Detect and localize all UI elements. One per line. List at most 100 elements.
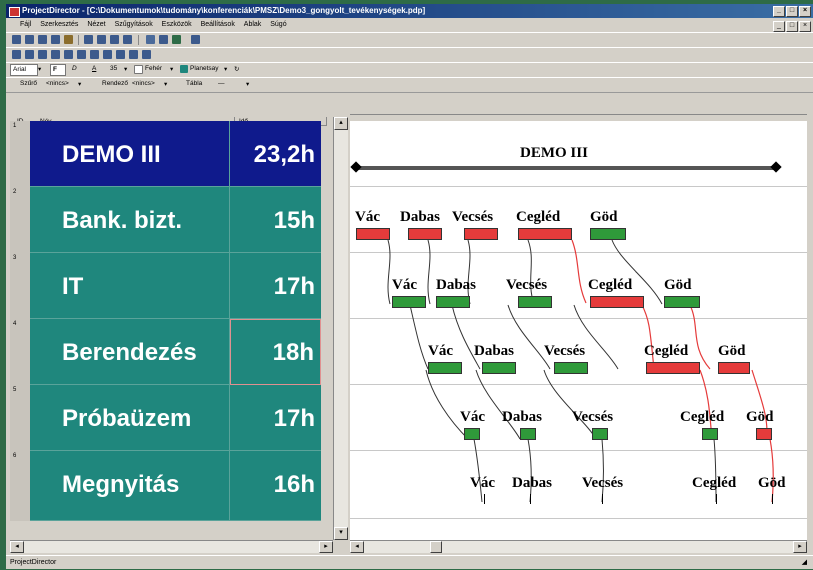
bold-button[interactable]: F — [50, 64, 66, 76]
arrow-left-icon[interactable] — [38, 50, 47, 59]
filter-select[interactable]: <nincs> — [46, 80, 69, 87]
close-button[interactable]: × — [799, 6, 811, 17]
row-number[interactable]: 5 — [10, 385, 31, 452]
scroll-right-button[interactable]: ▸ — [319, 541, 333, 553]
open-icon[interactable] — [25, 35, 34, 44]
menu-edit[interactable]: Szerkesztés — [40, 21, 78, 28]
italic-button[interactable]: D — [72, 65, 77, 72]
chevron-down-icon[interactable]: ▾ — [78, 80, 81, 88]
task-bar[interactable] — [428, 362, 462, 374]
menu-window[interactable]: Ablak — [244, 21, 262, 28]
task-bar[interactable] — [482, 362, 516, 374]
task-bar[interactable] — [718, 362, 750, 374]
task-bar[interactable] — [702, 428, 718, 440]
fill-color-select[interactable]: Planetsay — [190, 65, 219, 72]
chevron-down-icon[interactable]: ▾ — [246, 80, 249, 88]
row-number[interactable]: 4 — [10, 319, 31, 386]
task-bar[interactable] — [756, 428, 772, 440]
cut-icon[interactable] — [84, 35, 93, 44]
scroll-down-button[interactable]: ▾ — [334, 527, 348, 540]
chevron-down-icon[interactable]: ▾ — [224, 65, 227, 73]
duration-cell[interactable]: 17h — [230, 253, 321, 319]
task-bar[interactable] — [590, 296, 644, 308]
task-bar[interactable] — [464, 228, 498, 240]
table-row[interactable]: Berendezés — [30, 319, 230, 385]
unlink-tasks-icon[interactable] — [77, 50, 86, 59]
menu-view[interactable]: Nézet — [87, 21, 105, 28]
task-bar[interactable] — [392, 296, 426, 308]
duration-cell[interactable]: 16h — [230, 451, 321, 521]
table-horizontal-scrollbar[interactable]: ◂ ▸ — [10, 540, 333, 553]
task-bar[interactable] — [646, 362, 700, 374]
duration-cell[interactable]: 17h — [230, 385, 321, 451]
new-icon[interactable] — [12, 35, 21, 44]
scroll-left-button[interactable]: ◂ — [10, 541, 24, 553]
task-bar[interactable] — [356, 228, 390, 240]
task-bar[interactable] — [464, 428, 480, 440]
doc-close-button[interactable]: × — [799, 21, 811, 32]
scroll-up-button[interactable]: ▴ — [334, 117, 348, 130]
table-vertical-scrollbar[interactable]: ▴ ▾ — [333, 117, 348, 540]
copy-icon[interactable] — [97, 35, 106, 44]
scroll-thumb[interactable] — [430, 541, 442, 553]
split-icon[interactable] — [90, 50, 99, 59]
indent-icon[interactable] — [12, 50, 21, 59]
task-bar[interactable] — [518, 228, 572, 240]
scroll-right-button[interactable]: ▸ — [793, 541, 807, 553]
duration-cell-selected[interactable]: 18h — [230, 319, 321, 385]
menu-file[interactable]: Fájl — [20, 21, 31, 28]
table-row[interactable]: Próbaüzem — [30, 385, 230, 451]
table-row[interactable]: Megnyitás — [30, 451, 230, 521]
outdent-icon[interactable] — [25, 50, 34, 59]
duration-cell[interactable]: 15h — [230, 187, 321, 253]
chart-icon[interactable] — [172, 35, 181, 44]
row-number[interactable]: 2 — [10, 187, 31, 254]
menu-settings[interactable]: Beállítások — [201, 21, 235, 28]
goto-task-icon[interactable] — [142, 50, 151, 59]
table-select[interactable]: — — [218, 80, 225, 87]
duration-cell[interactable]: 23,2h — [230, 121, 321, 187]
task-bar[interactable] — [590, 228, 626, 240]
print-icon[interactable] — [51, 35, 60, 44]
task-info-icon[interactable] — [103, 50, 112, 59]
link-icon[interactable] — [123, 35, 132, 44]
table-icon[interactable] — [191, 35, 200, 44]
scroll-left-button[interactable]: ◂ — [350, 541, 364, 553]
underline-button[interactable]: A — [92, 65, 96, 72]
table-row[interactable]: Bank. bizt. — [30, 187, 230, 253]
gantt-horizontal-scrollbar[interactable]: ◂ ▸ — [350, 540, 807, 553]
menu-tools[interactable]: Eszközök — [162, 21, 192, 28]
task-bar[interactable] — [592, 428, 608, 440]
chevron-down-icon[interactable]: ▾ — [38, 65, 41, 73]
text-color-select[interactable]: Fehér — [145, 65, 162, 72]
task-bar[interactable] — [408, 228, 442, 240]
paste-icon[interactable] — [110, 35, 119, 44]
task-bar[interactable] — [518, 296, 552, 308]
task-bar[interactable] — [664, 296, 700, 308]
row-number[interactable]: 6 — [10, 451, 31, 521]
font-select[interactable]: Arial — [10, 64, 38, 76]
scissors-icon[interactable] — [159, 35, 168, 44]
row-number[interactable]: 1 — [10, 121, 31, 188]
sort-select[interactable]: <nincs> — [132, 80, 155, 87]
chevron-down-icon[interactable]: ▾ — [164, 80, 167, 88]
menu-insert[interactable]: Szűgyítások — [115, 21, 153, 28]
link-tasks-icon[interactable] — [64, 50, 73, 59]
save-icon[interactable] — [38, 35, 47, 44]
zoom-icon[interactable] — [146, 35, 155, 44]
chevron-down-icon[interactable]: ▾ — [170, 65, 173, 73]
resize-grip-icon[interactable]: ◢ — [802, 556, 807, 570]
menu-help[interactable]: Súgó — [270, 21, 286, 28]
refresh-icon[interactable]: ↻ — [234, 65, 239, 73]
minimize-button[interactable]: _ — [773, 6, 785, 17]
font-size-select[interactable]: 35 — [110, 65, 117, 72]
row-number[interactable]: 3 — [10, 253, 31, 320]
table-row[interactable]: DEMO III — [30, 121, 230, 187]
notes-icon[interactable] — [116, 50, 125, 59]
resources-icon[interactable] — [129, 50, 138, 59]
task-bar[interactable] — [520, 428, 536, 440]
doc-restore-button[interactable]: □ — [786, 21, 798, 32]
task-bar[interactable] — [436, 296, 470, 308]
task-bar[interactable] — [554, 362, 588, 374]
preview-icon[interactable] — [64, 35, 73, 44]
